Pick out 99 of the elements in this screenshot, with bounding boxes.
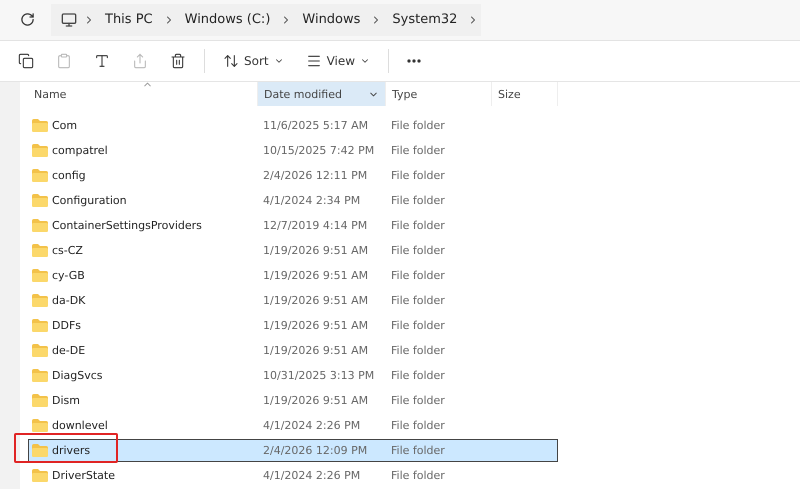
file-row[interactable]: config 2/4/2026 12:11 PM File folder bbox=[28, 164, 558, 187]
file-row[interactable]: DiagSvcs 10/31/2025 3:13 PM File folder bbox=[28, 364, 558, 387]
file-name: ContainerSettingsProviders bbox=[52, 219, 202, 232]
type-cell-text: File folder bbox=[390, 194, 446, 207]
column-label: Type bbox=[392, 88, 418, 100]
column-label: Size bbox=[498, 88, 521, 100]
type-cell-text: File folder bbox=[390, 144, 446, 157]
date-cell-text: 1/19/2026 9:51 AM bbox=[262, 269, 370, 282]
file-row[interactable]: downlevel 4/1/2024 2:26 PM File folder bbox=[28, 414, 558, 437]
folder-icon bbox=[32, 194, 48, 207]
file-name: de-DE bbox=[52, 344, 86, 357]
folder-icon bbox=[32, 169, 48, 182]
file-name: Com bbox=[52, 119, 78, 132]
file-row[interactable]: Configuration 4/1/2024 2:34 PM File folder bbox=[28, 189, 558, 212]
date-cell-text: 10/15/2025 7:42 PM bbox=[262, 144, 376, 157]
breadcrumb-item[interactable]: System32 bbox=[388, 12, 462, 28]
address-bar[interactable]: This PC Windows (C:) Windows System32 bbox=[51, 4, 481, 36]
column-header[interactable]: Date modified bbox=[258, 82, 386, 106]
date-cell-text: 1/19/2026 9:51 AM bbox=[262, 344, 370, 357]
file-name: DDFs bbox=[52, 319, 81, 332]
date-cell-text: 4/1/2024 2:26 PM bbox=[262, 419, 362, 432]
delete-icon bbox=[170, 52, 186, 69]
column-header[interactable]: Size bbox=[492, 82, 558, 106]
file-row[interactable]: cs-CZ 1/19/2026 9:51 AM File folder bbox=[28, 239, 558, 262]
type-cell-text: File folder bbox=[390, 119, 446, 132]
file-name: compatrel bbox=[52, 144, 108, 157]
file-name: cy-GB bbox=[52, 269, 85, 282]
date-cell-text: 2/4/2026 12:11 PM bbox=[262, 169, 368, 182]
sort-button[interactable]: Sort bbox=[219, 48, 288, 73]
type-cell-text: File folder bbox=[390, 169, 446, 182]
file-row[interactable]: drivers 2/4/2026 12:09 PM File folder bbox=[28, 439, 558, 462]
more-icon bbox=[407, 58, 422, 63]
file-name: Dism bbox=[52, 394, 80, 407]
file-name: cs-CZ bbox=[52, 244, 83, 257]
folder-icon bbox=[32, 419, 48, 432]
file-row[interactable]: compatrel 10/15/2025 7:42 PM File folder bbox=[28, 139, 558, 162]
folder-icon bbox=[32, 269, 48, 282]
breadcrumb-item[interactable]: This PC bbox=[101, 12, 157, 28]
folder-icon bbox=[32, 144, 48, 157]
date-cell-text: 11/6/2025 5:17 AM bbox=[262, 119, 370, 132]
date-cell-text: 1/19/2026 9:51 AM bbox=[262, 294, 370, 307]
type-cell-text: File folder bbox=[390, 369, 446, 382]
file-row[interactable]: cy-GB 1/19/2026 9:51 AM File folder bbox=[28, 264, 558, 287]
folder-icon bbox=[32, 344, 48, 357]
file-row[interactable]: da-DK 1/19/2026 9:51 AM File folder bbox=[28, 289, 558, 312]
type-cell-text: File folder bbox=[390, 294, 446, 307]
file-row[interactable]: DriverState 4/1/2024 2:26 PM File folder bbox=[28, 464, 558, 487]
file-name: downlevel bbox=[52, 419, 108, 432]
view-button[interactable]: View bbox=[302, 48, 374, 73]
copy-icon bbox=[18, 52, 34, 69]
breadcrumb-item[interactable]: Windows bbox=[298, 12, 364, 28]
folder-icon bbox=[32, 444, 48, 457]
monitor-icon bbox=[61, 12, 77, 28]
folder-icon bbox=[32, 119, 48, 132]
type-cell-text: File folder bbox=[390, 344, 446, 357]
folder-icon bbox=[32, 469, 48, 482]
type-cell-text: File folder bbox=[390, 444, 446, 457]
file-name: drivers bbox=[52, 444, 90, 457]
folder-icon bbox=[32, 244, 48, 257]
file-name: Configuration bbox=[52, 194, 127, 207]
folder-icon bbox=[32, 219, 48, 232]
file-name: DriverState bbox=[52, 469, 115, 482]
type-cell-text: File folder bbox=[390, 244, 446, 257]
column-label: Name bbox=[34, 88, 66, 100]
file-row[interactable]: ContainerSettingsProviders 12/7/2019 4:14 PM File folder bbox=[28, 214, 558, 237]
breadcrumb-item[interactable]: Windows (C:) bbox=[180, 12, 274, 28]
folder-icon bbox=[32, 369, 48, 382]
date-cell-text: 4/1/2024 2:34 PM bbox=[262, 194, 362, 207]
date-cell-text: 1/19/2026 9:51 AM bbox=[262, 394, 370, 407]
date-cell-text: 12/7/2019 4:14 PM bbox=[262, 219, 368, 232]
file-name: DiagSvcs bbox=[52, 369, 103, 382]
file-row[interactable]: Dism 1/19/2026 9:51 AM File folder bbox=[28, 389, 558, 412]
sort-icon bbox=[223, 52, 239, 69]
type-cell-text: File folder bbox=[390, 419, 446, 432]
button-label: Sort bbox=[244, 54, 269, 68]
folder-icon bbox=[32, 294, 48, 307]
type-cell-text: File folder bbox=[390, 269, 446, 282]
type-cell-text: File folder bbox=[390, 319, 446, 332]
file-row[interactable]: DDFs 1/19/2026 9:51 AM File folder bbox=[28, 314, 558, 337]
column-header[interactable]: Type bbox=[386, 82, 492, 106]
type-cell-text: File folder bbox=[390, 469, 446, 482]
paste-icon bbox=[56, 52, 72, 69]
share-icon bbox=[132, 52, 148, 69]
file-name: da-DK bbox=[52, 294, 86, 307]
date-cell-text: 4/1/2024 2:26 PM bbox=[262, 469, 362, 482]
type-cell-text: File folder bbox=[390, 394, 446, 407]
date-cell-text: 1/19/2026 9:51 AM bbox=[262, 319, 370, 332]
date-cell-text: 10/31/2025 3:13 PM bbox=[262, 369, 376, 382]
file-name: config bbox=[52, 169, 86, 182]
file-row[interactable]: Com 11/6/2025 5:17 AM File folder bbox=[28, 114, 558, 137]
refresh-icon bbox=[20, 12, 35, 28]
date-cell-text: 1/19/2026 9:51 AM bbox=[262, 244, 370, 257]
file-row[interactable]: de-DE 1/19/2026 9:51 AM File folder bbox=[28, 339, 558, 362]
date-cell-text: 2/4/2026 12:09 PM bbox=[262, 444, 368, 457]
button-label: View bbox=[326, 54, 356, 68]
type-cell-text: File folder bbox=[390, 219, 446, 232]
column-label: Date modified bbox=[264, 88, 342, 100]
folder-icon bbox=[32, 394, 48, 407]
folder-icon bbox=[32, 319, 48, 332]
